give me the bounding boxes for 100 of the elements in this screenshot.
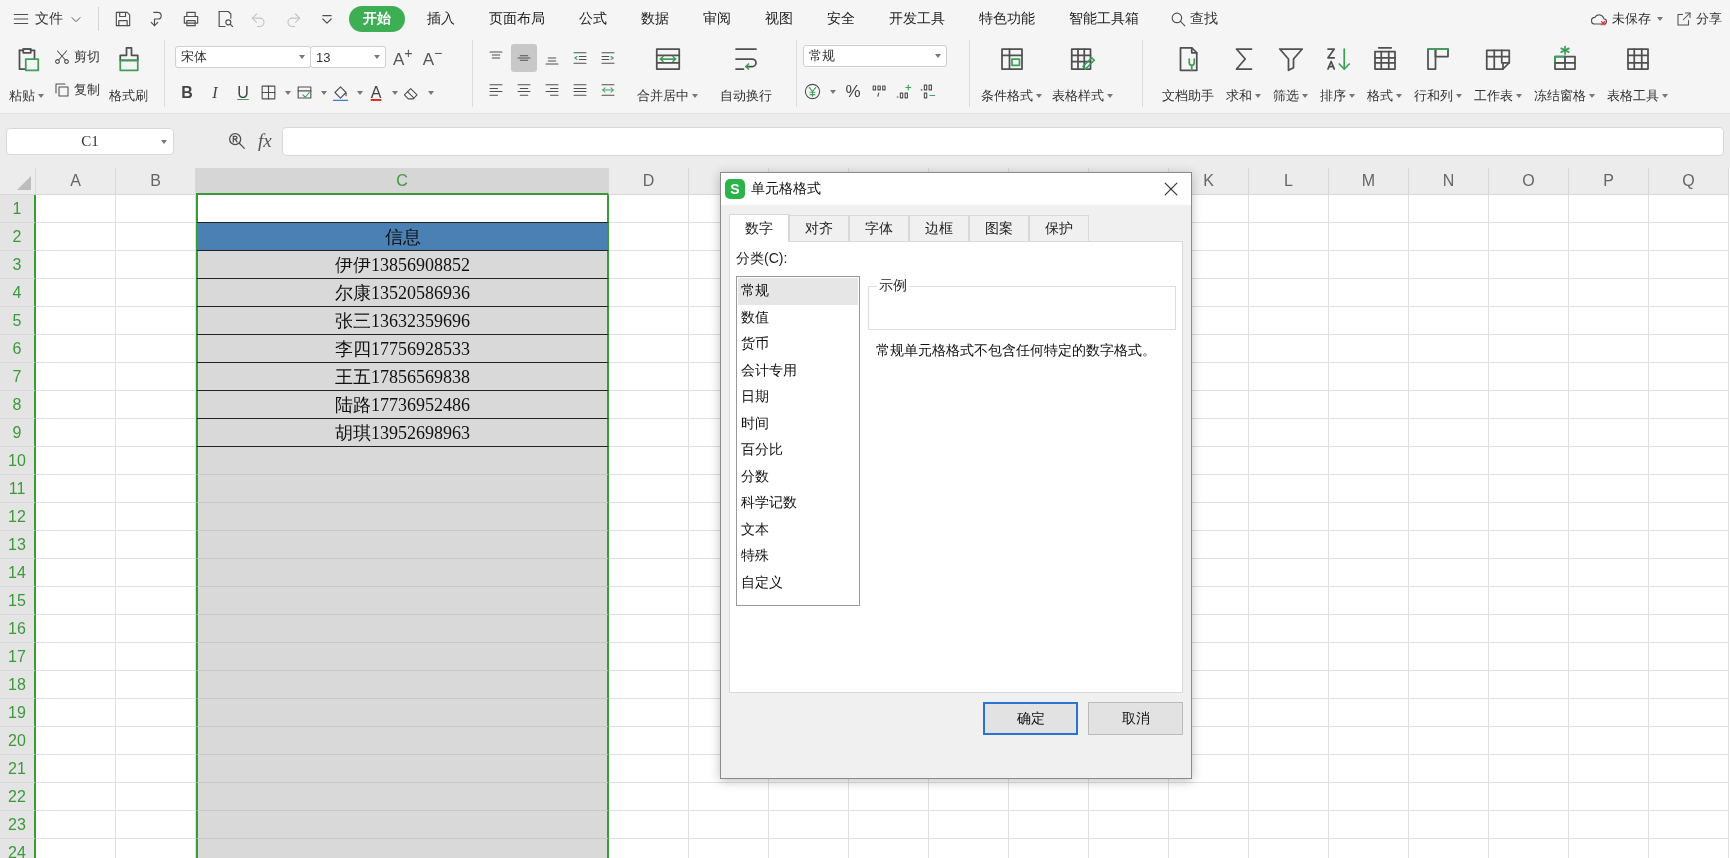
ribbon-tab[interactable]: 数据 [629, 6, 681, 32]
rows-columns-button[interactable]: 行和列 [1411, 40, 1465, 107]
caret-icon [321, 90, 327, 95]
wrap-text-button[interactable]: 自动换行 [714, 40, 778, 107]
font-name-select[interactable]: 宋体 [175, 46, 311, 69]
column-header[interactable]: D [609, 168, 689, 195]
font-color-button[interactable]: A [367, 83, 385, 102]
ribbon-tab[interactable]: 视图 [753, 6, 805, 32]
ribbon-tab[interactable]: 开发工具 [877, 6, 957, 32]
ribbon-tab[interactable]: 特色功能 [967, 6, 1047, 32]
conditional-format-button[interactable]: 条件格式 [978, 40, 1045, 107]
number-format-select[interactable]: 常规 [803, 45, 947, 68]
shrink-font-button[interactable]: A$^{−}$ [419, 44, 446, 70]
currency-icon[interactable] [803, 82, 822, 102]
dialog-tab[interactable]: 数字 [729, 214, 789, 242]
sum-button[interactable]: 求和 [1223, 40, 1264, 107]
paste-button[interactable]: 粘贴 [6, 40, 47, 107]
category-item[interactable]: 数值 [738, 304, 858, 331]
description-text: 常规单元格格式不包含任何特定的数字格式。 [876, 341, 1157, 360]
table-tools-button[interactable]: 表格工具 [1604, 40, 1671, 107]
category-item[interactable]: 分数 [738, 463, 858, 490]
dialog-tab[interactable]: 对齐 [789, 215, 849, 241]
caret-icon [1456, 94, 1462, 98]
caret-icon [161, 139, 167, 144]
ribbon-tab[interactable]: 页面布局 [477, 6, 557, 32]
cancel-button[interactable]: 取消 [1088, 702, 1183, 735]
name-box[interactable]: C1 [6, 127, 174, 155]
caret-icon [935, 54, 941, 59]
save-status-button[interactable]: 未保存 [1589, 9, 1663, 29]
column-header[interactable]: N [1409, 168, 1489, 195]
column-header[interactable]: B [116, 168, 196, 195]
grow-font-button[interactable]: A$^{+}$ [390, 44, 416, 70]
dialog-tab[interactable]: 图案 [969, 215, 1029, 241]
category-item[interactable]: 日期 [738, 384, 858, 411]
dialog-tab[interactable]: 边框 [909, 215, 969, 241]
find-icon[interactable] [226, 130, 248, 152]
caret-icon [299, 55, 305, 60]
ribbon-tab[interactable]: 安全 [815, 6, 867, 32]
caret-icon [1349, 94, 1355, 98]
category-item[interactable]: 货币 [738, 331, 858, 358]
merge-center-button[interactable]: 合并居中 [631, 40, 704, 107]
category-item[interactable]: 常规 [738, 278, 858, 305]
save-icon[interactable] [113, 9, 133, 29]
ok-button[interactable]: 确定 [983, 702, 1078, 735]
document-assistant-button[interactable]: 文档助手 [1159, 40, 1217, 107]
column-header[interactable]: L [1249, 168, 1329, 195]
column-header[interactable]: A [36, 168, 116, 195]
worksheet-button[interactable]: 工作表 [1471, 40, 1525, 107]
ribbon-tab[interactable]: 审阅 [691, 6, 743, 32]
font-size-select[interactable]: 13 [310, 46, 386, 69]
format-button[interactable]: 格式 [1364, 40, 1405, 107]
table-style-button[interactable]: 表格样式 [1049, 40, 1116, 107]
category-item[interactable]: 时间 [738, 410, 858, 437]
dialog-tab[interactable]: 字体 [849, 215, 909, 241]
caret-icon [38, 94, 44, 98]
ribbon-tab[interactable]: 公式 [567, 6, 619, 32]
table-cell: 张三13632359696 [196, 307, 609, 335]
caret-icon [830, 89, 836, 94]
share-button[interactable]: 分享 [1675, 10, 1722, 28]
ribbon-tab[interactable]: 智能工具箱 [1057, 6, 1151, 32]
cut-button[interactable]: 剪切 [53, 47, 100, 66]
header-cell: 信息 [196, 223, 609, 251]
category-item[interactable]: 百分比 [738, 437, 858, 464]
column-header[interactable]: M [1329, 168, 1409, 195]
caret-icon [1036, 94, 1042, 98]
dialog-tab[interactable]: 保护 [1029, 215, 1089, 241]
printer-icon[interactable] [181, 9, 201, 29]
freeze-panes-button[interactable]: 冻结窗格 [1531, 40, 1598, 107]
formula-input[interactable] [281, 126, 1724, 156]
sort-button[interactable]: 排序 [1317, 40, 1358, 107]
align-middle-icon[interactable] [511, 43, 537, 72]
file-menu[interactable]: 文件 [8, 10, 88, 28]
category-item[interactable]: 会计专用 [738, 357, 858, 384]
italic-button[interactable]: I [203, 83, 227, 102]
file-menu-label[interactable]: 文件 [35, 10, 63, 28]
search-button[interactable]: 查找 [1169, 9, 1218, 29]
underline-button[interactable]: U [231, 83, 255, 102]
format-painter-button[interactable]: 格式刷 [106, 40, 151, 107]
copy-button[interactable]: 复制 [53, 81, 100, 100]
caret-icon [1657, 17, 1663, 21]
fill-color-icon[interactable] [331, 83, 350, 103]
caret-icon [1396, 94, 1402, 98]
percent-button[interactable]: % [841, 81, 865, 102]
sample-label: 示例 [877, 277, 909, 295]
category-item[interactable]: 文本 [738, 516, 858, 543]
category-item[interactable]: 科学记数 [738, 490, 858, 517]
caret-icon [1516, 94, 1522, 98]
column-header[interactable]: P [1569, 168, 1649, 195]
category-item[interactable]: 特殊 [738, 543, 858, 570]
column-header[interactable]: Q [1649, 168, 1729, 195]
filter-button[interactable]: 筛选 [1270, 40, 1311, 107]
function-button[interactable]: fx [258, 130, 272, 152]
table-cell: 李四17756928533 [196, 335, 609, 363]
caret-icon [1255, 94, 1261, 98]
ribbon-tab[interactable]: 插入 [415, 6, 467, 32]
caret-icon [357, 90, 363, 95]
bold-button[interactable]: B [175, 83, 199, 102]
category-item[interactable]: 自定义 [738, 569, 858, 596]
column-header[interactable]: O [1489, 168, 1569, 195]
caret-icon [428, 90, 434, 95]
